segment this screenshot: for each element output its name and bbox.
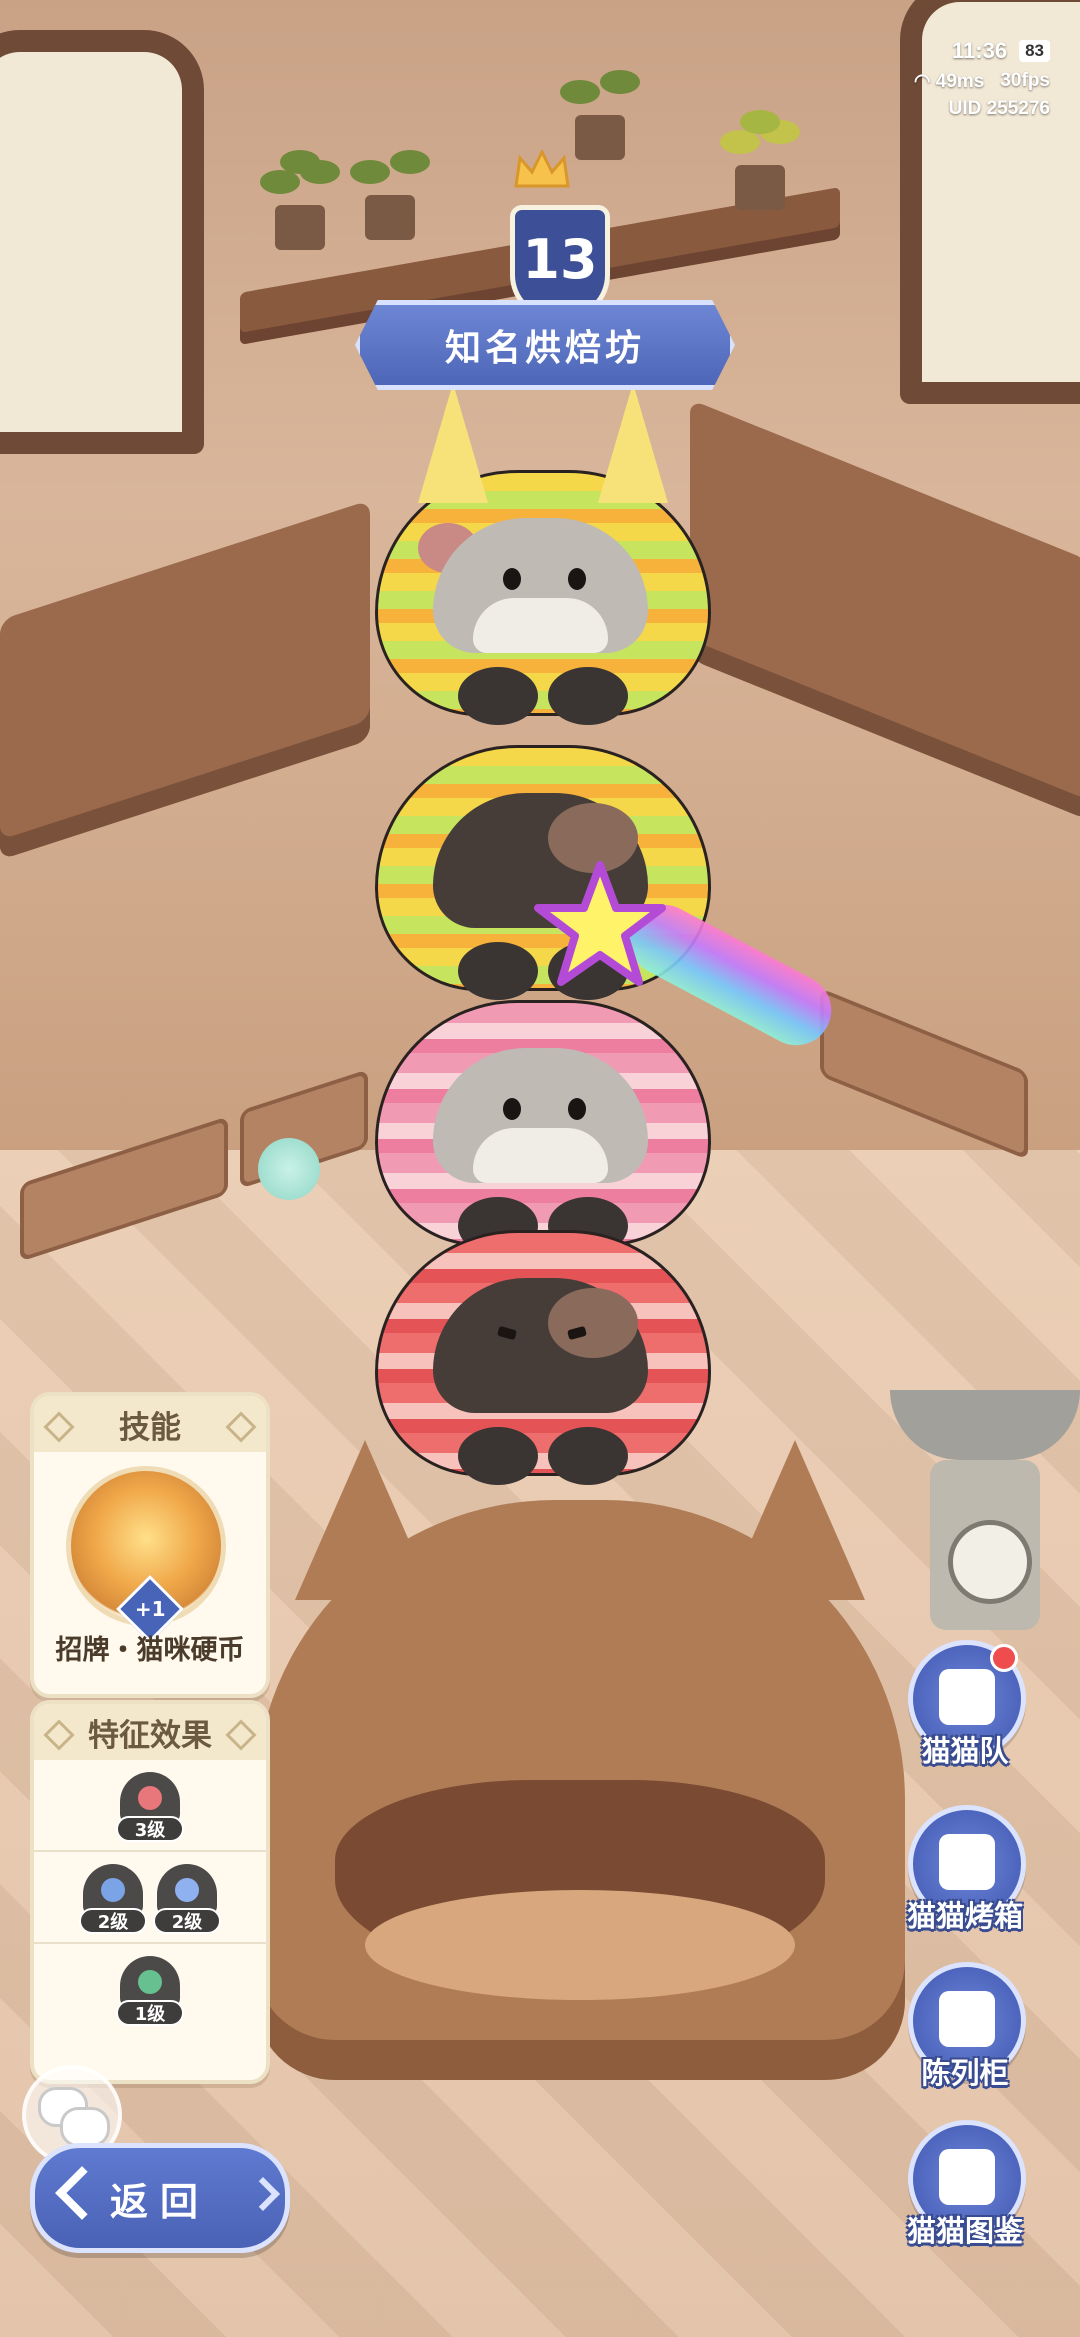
wifi-icon: ◠ xyxy=(913,71,936,92)
side-menu-button[interactable]: 猫猫烤箱 xyxy=(895,1805,1065,1945)
cat-bread-4[interactable] xyxy=(375,1230,711,1485)
cat-bread-3[interactable] xyxy=(375,1000,711,1255)
cat-oven[interactable] xyxy=(255,1440,905,2080)
coin-skill-icon[interactable]: +1 xyxy=(66,1466,226,1643)
ping-readout: ◠ 49ms xyxy=(913,71,985,92)
skill-name: 招牌・猫咪硬币 xyxy=(55,1635,245,1666)
diamond-icon xyxy=(225,1719,257,1751)
cat-face xyxy=(433,1048,648,1183)
side-menu-button[interactable]: 陈列柜 xyxy=(895,1962,1065,2102)
side-menu-button[interactable]: 猫猫图鉴 xyxy=(895,2120,1065,2260)
shop-name: 知名烘焙坊 xyxy=(444,328,645,369)
cat-eye xyxy=(568,568,586,590)
cat-eye xyxy=(503,568,521,590)
trait-level: 1级 xyxy=(116,2000,184,2026)
shop-name-banner: 知名烘焙坊 xyxy=(355,300,735,390)
potted-plant xyxy=(720,110,800,210)
cat-eye xyxy=(503,1098,521,1120)
side-menu-label: 陈列柜 xyxy=(921,2056,1009,2090)
trait-row: 2级 2级 xyxy=(34,1850,266,1942)
traits-panel-header: 特征效果 xyxy=(34,1704,266,1760)
diamond-icon xyxy=(43,1719,75,1751)
kitchen-scale xyxy=(890,1390,1080,1650)
bubble-orb[interactable] xyxy=(258,1138,320,1200)
side-menu-label: 猫猫队 xyxy=(921,1734,1009,1768)
left-window xyxy=(0,30,204,454)
traits-panel-title: 特征效果 xyxy=(88,1717,212,1754)
status-overlay: 11:36 83 ◠ 49ms 30fps UID 255276 xyxy=(860,38,1050,120)
shop-level: 13 xyxy=(522,228,598,291)
back-button-label: 返回 xyxy=(109,2179,210,2224)
trait-row: 3级 xyxy=(34,1760,266,1850)
trait-level: 2级 xyxy=(153,1908,221,1934)
trait-badge[interactable]: 2级 xyxy=(79,1864,147,1936)
shop-level-badge[interactable]: 13 知名烘焙坊 xyxy=(355,140,735,440)
back-button[interactable]: 返回 xyxy=(30,2143,290,2253)
trait-badge[interactable]: 1级 xyxy=(116,1956,184,2028)
clock: 11:36 xyxy=(952,38,1008,63)
trait-row: 1级 xyxy=(34,1942,266,2034)
crown-icon xyxy=(514,150,570,188)
uid-readout: UID 255276 xyxy=(948,98,1050,119)
traits-list: 3级 2级 2级 1级 xyxy=(34,1760,266,2034)
diamond-icon xyxy=(225,1411,257,1443)
trait-badge[interactable]: 2级 xyxy=(153,1864,221,1936)
skill-panel-title: 技能 xyxy=(119,1409,181,1446)
trait-level: 2级 xyxy=(79,1908,147,1934)
cat-bread-1[interactable] xyxy=(375,383,711,725)
cat-paw xyxy=(458,942,538,1000)
trait-level: 3级 xyxy=(116,1816,184,1842)
side-menu-label: 猫猫烤箱 xyxy=(906,1899,1023,1933)
cat-eye xyxy=(568,1098,586,1120)
cat-paw xyxy=(458,667,538,725)
battery-indicator: 83 xyxy=(1019,40,1050,62)
chevron-right-icon xyxy=(246,2177,280,2211)
trait-badge[interactable]: 3级 xyxy=(116,1772,184,1844)
skill-panel[interactable]: 技能 +1 招牌・猫咪硬币 xyxy=(30,1392,270,1698)
cat-paw xyxy=(458,1427,538,1485)
back-arrow-icon xyxy=(55,2166,109,2220)
notification-dot xyxy=(990,1644,1018,1672)
skill-panel-header: 技能 xyxy=(34,1396,266,1452)
side-menu-label: 猫猫图鉴 xyxy=(906,2214,1023,2248)
potted-plant xyxy=(260,150,340,250)
fps-readout: 30fps xyxy=(1000,70,1050,91)
traits-panel[interactable]: 特征效果 3级 2级 2级 1级 xyxy=(30,1700,270,2084)
side-menu-button[interactable]: 猫猫队 xyxy=(895,1640,1065,1780)
chat-icon xyxy=(60,2107,110,2147)
diamond-icon xyxy=(43,1411,75,1443)
cat-paw xyxy=(548,1427,628,1485)
cat-face xyxy=(433,1278,648,1413)
oven-mouth xyxy=(335,1780,825,2000)
star-wand-icon xyxy=(534,861,666,986)
cat-paw xyxy=(548,667,628,725)
